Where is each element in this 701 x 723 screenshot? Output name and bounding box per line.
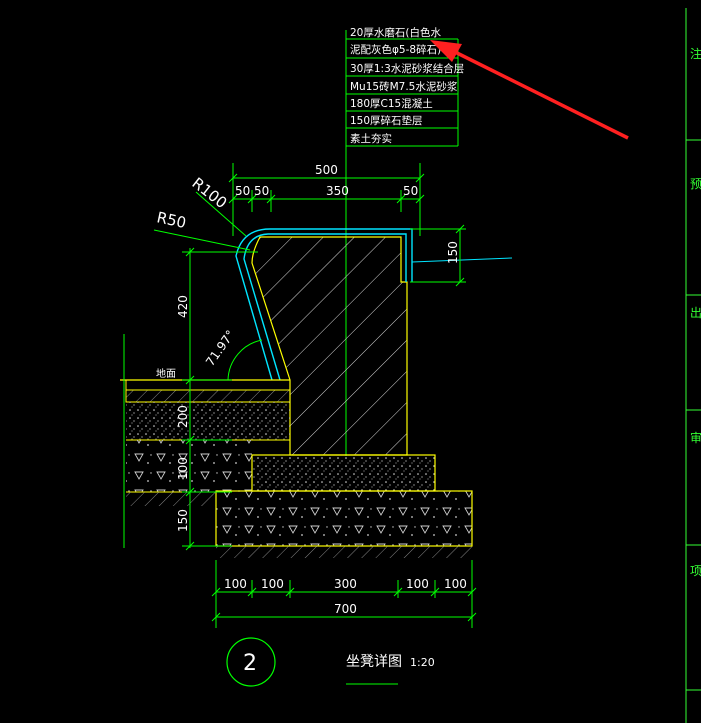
dim-top-part-3: 350 (326, 184, 349, 198)
bottom-dimensions (211, 560, 477, 628)
dim-bottom-total: 700 (334, 602, 357, 616)
panel-label-2: 预 (690, 177, 701, 191)
detail-scale: 1:20 (410, 656, 435, 669)
dim-bottom-part-1: 100 (224, 577, 247, 591)
title-block-panel: 注 预 出 审 项 (685, 8, 701, 723)
dim-left-420: 420 (176, 295, 190, 318)
radius-large-label: R100 (189, 174, 231, 212)
cad-drawing: 注 预 出 审 项 20厚水磨石(白色水 泥配灰色φ5-8碎石) 30厚1:3水… (120, 8, 701, 723)
layer-text-1: 20厚水磨石(白色水 (350, 26, 441, 39)
panel-label-4: 审 (690, 430, 701, 445)
dim-left-150: 150 (176, 509, 190, 532)
layer-text-4: Mu15砖M7.5水泥砂浆 (350, 80, 458, 93)
ground-label: 地面 (156, 367, 176, 380)
detail-title: 坐凳详图 (346, 654, 402, 670)
footing (215, 454, 473, 558)
dim-left-200: 200 (176, 405, 190, 428)
panel-label-1: 注 (690, 46, 701, 61)
dim-bottom-part-5: 100 (444, 577, 467, 591)
layer-text-3: 30厚1:3水泥砂浆结合层 (350, 62, 464, 75)
panel-label-3: 出 (690, 306, 701, 320)
dim-top-part-1: 50 (235, 184, 250, 198)
red-arrow (430, 40, 629, 140)
layer-text-7: 素土夯实 (350, 132, 392, 145)
layer-text-2: 泥配灰色φ5-8碎石) (350, 43, 441, 56)
dim-top-total: 500 (315, 163, 338, 177)
radius-small-label: R50 (155, 208, 188, 232)
angle-mark (227, 339, 263, 381)
dim-left-100: 100 (176, 457, 190, 480)
panel-label-5: 项 (690, 564, 701, 578)
layer-text-6: 150厚碎石垫层 (350, 114, 423, 127)
layer-text-5: 180厚C15混凝土 (350, 97, 433, 110)
right-leader (411, 257, 513, 263)
dim-bottom-part-2: 100 (261, 577, 284, 591)
dim-top-part-2: 50 (254, 184, 269, 198)
detail-number: 2 (243, 651, 257, 676)
dim-bottom-part-4: 100 (406, 577, 429, 591)
dim-top-part-4: 50 (403, 184, 418, 198)
dim-bottom-part-3: 300 (334, 577, 357, 591)
dim-right-150: 150 (446, 241, 460, 264)
